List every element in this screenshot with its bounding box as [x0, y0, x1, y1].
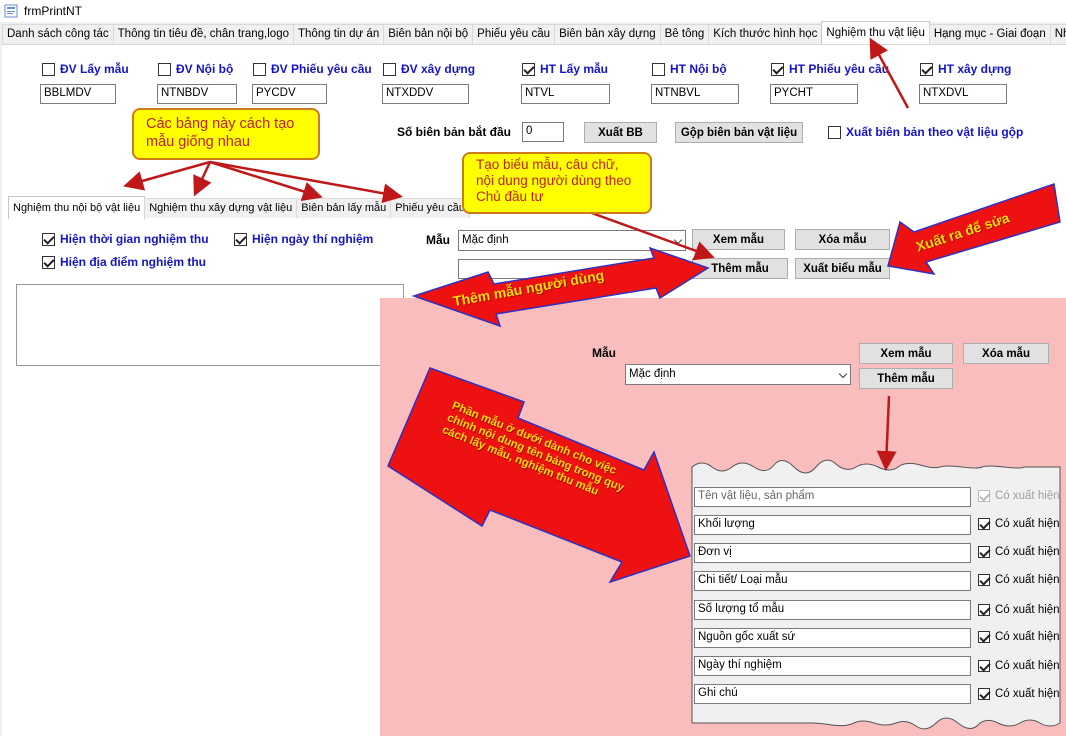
callout-create-template: Tạo biểu mẫu, câu chữ, nội dung người dù…	[462, 152, 652, 214]
callout-same-tables: Các bảng này cách tạo mẫu giống nhau	[132, 108, 320, 160]
